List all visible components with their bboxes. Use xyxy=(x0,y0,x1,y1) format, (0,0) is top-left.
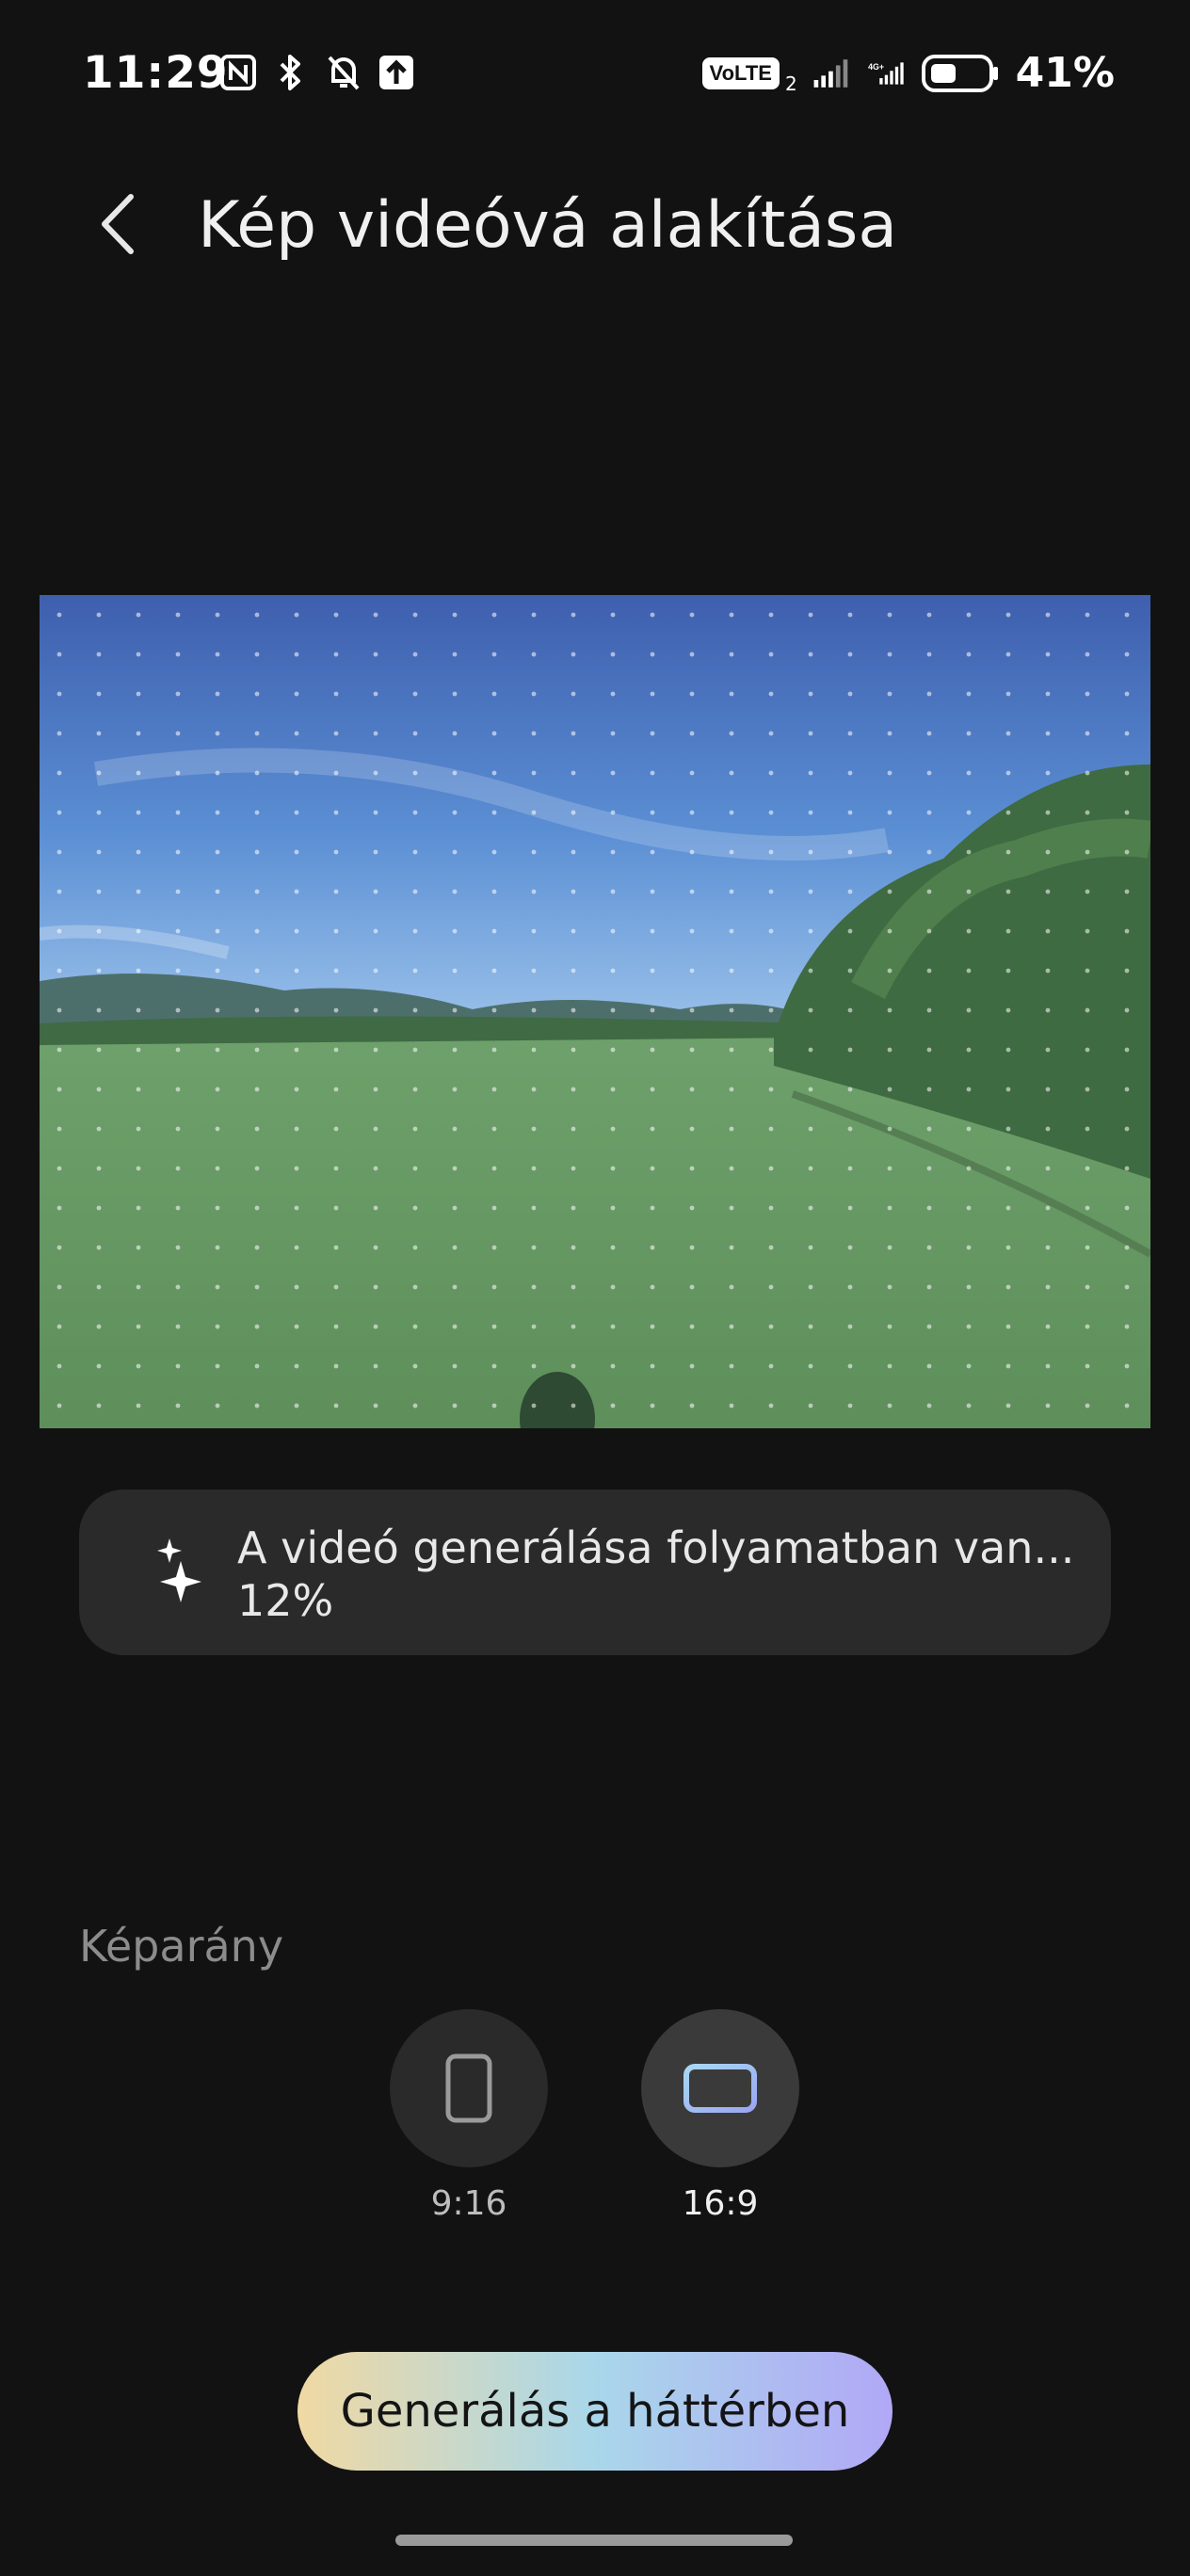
aspect-ratio-label: Képarány xyxy=(79,1921,284,1972)
signal-icon xyxy=(812,54,852,93)
portrait-frame-icon xyxy=(445,2053,492,2123)
mute-bell-icon xyxy=(324,53,363,92)
ratio-9-16-button[interactable] xyxy=(390,2009,548,2167)
bluetooth-icon xyxy=(271,53,311,92)
battery-percent: 41% xyxy=(1015,49,1115,97)
ratio-16-9-label: 16:9 xyxy=(682,2184,759,2223)
ratio-16-9-button[interactable] xyxy=(641,2009,799,2167)
svg-text:4G+: 4G+ xyxy=(868,62,884,72)
status-time: 11:29 xyxy=(83,47,229,99)
page-title: Kép videóvá alakítása xyxy=(198,188,898,263)
generation-progress: A videó generálása folyamatban van... 12… xyxy=(79,1489,1111,1655)
generate-button-label: Generálás a háttérben xyxy=(340,2385,850,2438)
source-photo xyxy=(40,595,1150,1428)
nfc-icon xyxy=(218,53,258,92)
upload-icon xyxy=(377,53,416,92)
status-icons-right: VoLTE 2 4G+ 41% xyxy=(701,49,1115,97)
chevron-left-icon xyxy=(102,194,134,254)
landscape-frame-icon xyxy=(683,2064,757,2113)
sparkle-icon xyxy=(157,1538,201,1602)
app-header: Kép videóvá alakítása xyxy=(0,169,1190,282)
battery-icon xyxy=(921,54,1001,93)
status-bar: 11:29 VoLTE 2 4G+ 41% xyxy=(0,0,1190,141)
home-indicator[interactable] xyxy=(395,2535,793,2546)
progress-percent: 12% xyxy=(237,1575,334,1626)
ratio-9-16-label: 9:16 xyxy=(430,2184,507,2223)
4g-signal-icon: 4G+ xyxy=(867,54,907,93)
volte-badge: VoLTE xyxy=(701,56,780,89)
generate-in-background-button[interactable]: Generálás a háttérben xyxy=(298,2352,892,2471)
sim-index: 2 xyxy=(784,72,797,95)
back-button[interactable] xyxy=(85,186,151,262)
status-icons-left xyxy=(218,53,416,92)
progress-message: A videó generálása folyamatban van... xyxy=(237,1522,1075,1573)
progress-text: A videó generálása folyamatban van... 12… xyxy=(237,1521,1074,1627)
